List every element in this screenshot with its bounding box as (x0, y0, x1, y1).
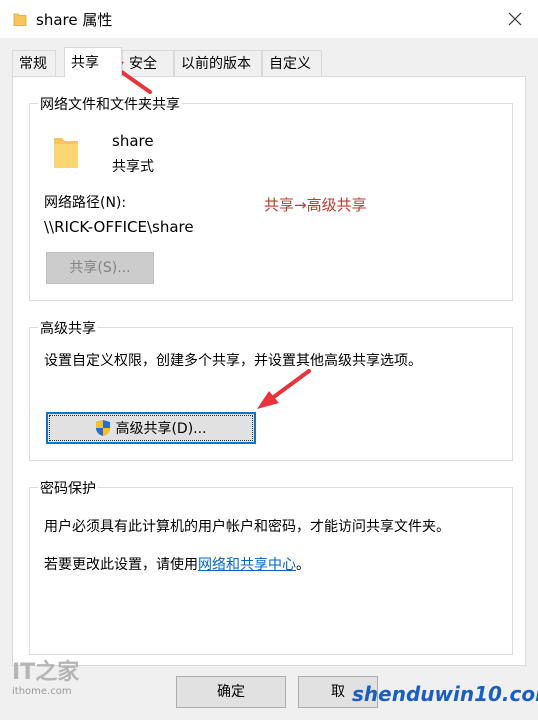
advanced-sharing-button[interactable]: 高级共享(D)... (46, 412, 256, 444)
folder-icon (13, 13, 27, 26)
password-instruction-prefix: 若要更改此设置，请使用 (44, 557, 198, 573)
title-bar: share 属性 (0, 0, 538, 38)
advanced-sharing-description: 设置自定义权限，创建多个共享，并设置其他高级共享选项。 (44, 353, 422, 369)
password-description: 用户必须具有此计算机的用户帐户和密码，才能访问共享文件夹。 (44, 519, 450, 535)
tab-general[interactable]: 常规 (12, 50, 56, 76)
network-sharing-group: 网络文件和文件夹共享 share 共享式 网络路径(N): \\RICK-OFF… (29, 94, 513, 301)
password-protection-label: 密码保护 (38, 478, 98, 498)
window-title: share 属性 (36, 11, 113, 29)
password-instruction: 若要更改此设置，请使用网络和共享中心。 (44, 554, 310, 574)
network-path-label: 网络路径(N): (44, 195, 127, 211)
network-sharing-center-link[interactable]: 网络和共享中心 (198, 557, 296, 573)
tab-customize[interactable]: 自定义 (262, 50, 322, 76)
shared-folder-icon (54, 138, 78, 168)
close-button[interactable] (492, 0, 538, 38)
folder-name: share (112, 132, 154, 150)
share-status: 共享式 (112, 159, 154, 175)
sharing-panel: 网络文件和文件夹共享 share 共享式 网络路径(N): \\RICK-OFF… (12, 76, 526, 666)
advanced-sharing-label: 高级共享 (38, 318, 98, 338)
ok-button[interactable]: 确定 (176, 676, 286, 708)
password-instruction-suffix: 。 (296, 557, 310, 573)
annotation-arrow-advanced (257, 369, 311, 409)
close-icon (508, 12, 522, 26)
site-watermark: shenduwin10.com (352, 682, 538, 706)
annotation-text: 共享→高级共享 (264, 196, 367, 214)
ithome-logo: IT之家 (12, 660, 80, 685)
tab-previous-versions[interactable]: 以前的版本 (174, 50, 262, 76)
network-path-value: \\RICK-OFFICE\share (44, 218, 194, 236)
tab-sharing[interactable]: 共享 (64, 47, 122, 77)
share-button[interactable]: 共享(S)... (46, 252, 154, 284)
password-protection-group: 密码保护 用户必须具有此计算机的用户帐户和密码，才能访问共享文件夹。 若要更改此… (29, 478, 513, 655)
ithome-watermark: ithome.com (12, 686, 72, 697)
